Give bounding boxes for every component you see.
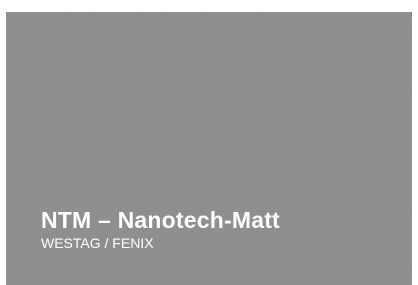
product-card: NTM – Nanotech-Matt WESTAG / FENIX <box>0 0 418 285</box>
swatch-caption-text: NTM – Nanotech-Matt WESTAG / FENIX <box>41 206 280 252</box>
swatch-title: NTM – Nanotech-Matt <box>41 207 280 233</box>
swatch-subtitle: WESTAG / FENIX <box>41 235 154 251</box>
